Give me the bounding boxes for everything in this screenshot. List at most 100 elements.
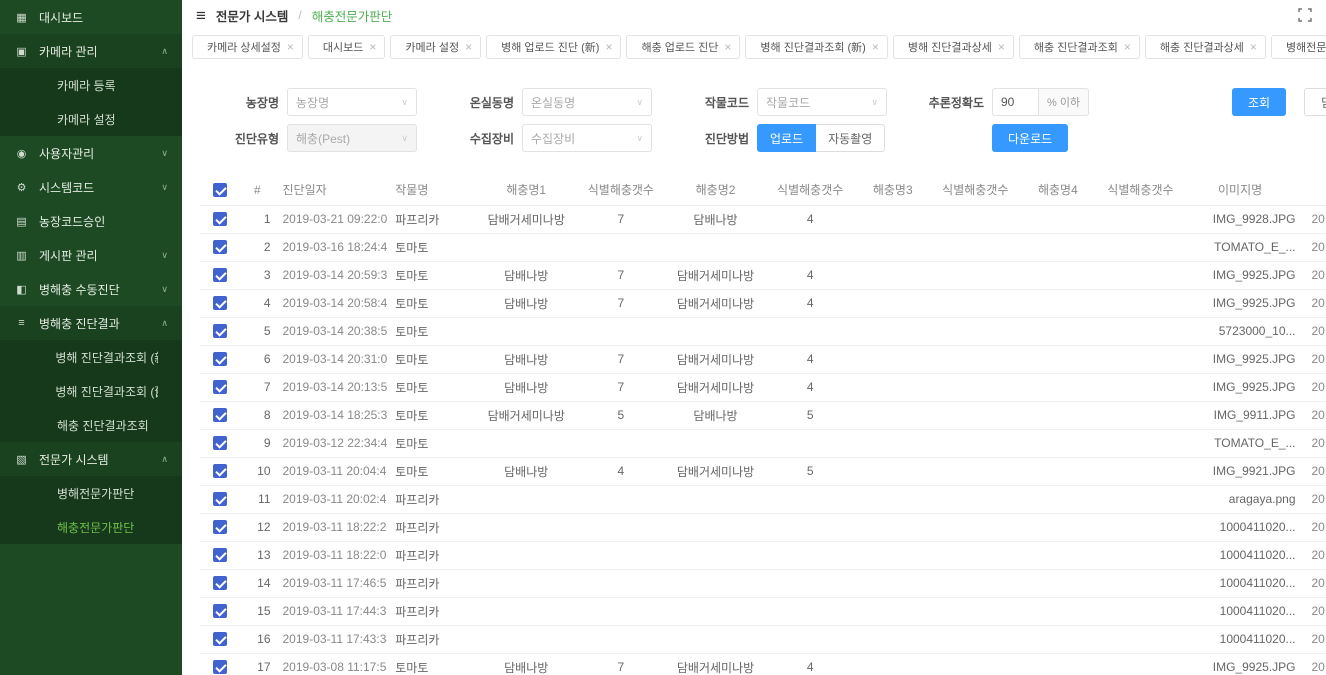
crop-code-select[interactable]: 작물코드 ∨ [757,88,887,116]
cell-pest1: 담배나방 [472,345,581,373]
table-row[interactable]: 9 2019-03-12 22:34:44 토마토 TOMATO_E_... [200,429,1326,457]
diagnosis-type-select[interactable]: 해충(Pest) ∨ [287,124,417,152]
row-checkbox[interactable] [213,436,227,450]
topbar: ≡ 전문가 시스템 / 해충전문가판단 [182,0,1326,30]
table-row[interactable]: 7 2019-03-14 20:13:53 토마토 담배나방 7 담배거세미나방… [200,373,1326,401]
tab[interactable]: 해충 진단결과상세 × [1145,35,1266,59]
table-row[interactable]: 14 2019-03-11 17:46:58 파프리카 1000411020 [200,569,1326,597]
sidebar-item[interactable]: ▤ 농장코드승인 [0,204,182,238]
sidebar-item[interactable]: 카메라 등록 [0,68,182,102]
sidebar-item[interactable]: 병해 진단결과조회 (舊) [0,374,182,408]
tab[interactable]: 카메라 상세설정 × [192,35,303,59]
tab[interactable]: 병해 업로드 진단 (新) × [486,35,621,59]
table-row[interactable]: 8 2019-03-14 18:25:32 토마토 담배거세미나방 5 담배나방… [200,401,1326,429]
tab[interactable]: 해충 업로드 진단 × [626,35,740,59]
row-checkbox[interactable] [213,296,227,310]
tab-close-icon[interactable]: × [465,41,472,53]
cell-cnt4 [1100,205,1181,233]
tab-close-icon[interactable]: × [724,41,731,53]
table-row[interactable]: 15 2019-03-11 17:44:33 파프리카 1000411020 [200,597,1326,625]
farm-code-approval-icon: ▤ [14,215,29,228]
row-checkbox[interactable] [213,352,227,366]
fullscreen-icon[interactable] [1298,8,1312,22]
sidebar-item[interactable]: ⚙ 시스템코드 ∨ [0,170,182,204]
tab[interactable]: 해충 진단결과조회 × [1019,35,1140,59]
row-checkbox[interactable] [213,492,227,506]
cell-cnt3 [935,569,1016,597]
sidebar-item[interactable]: 해충전문가판단 [0,510,182,544]
camera-icon: ▣ [14,45,29,58]
row-checkbox[interactable] [213,408,227,422]
cell-cnt4 [1100,653,1181,675]
tab-close-icon[interactable]: × [605,41,612,53]
farm-select[interactable]: 농장명 ∨ [287,88,417,116]
table-row[interactable]: 4 2019-03-14 20:58:46 토마토 담배나방 7 담배거세미나방… [200,289,1326,317]
table-row[interactable]: 13 2019-03-11 18:22:03 파프리카 1000411020 [200,541,1326,569]
sidebar-item[interactable]: ◧ 병해충 수동진단 ∨ [0,272,182,306]
row-checkbox[interactable] [213,380,227,394]
tab-close-icon[interactable]: × [287,41,294,53]
sidebar-item[interactable]: ▣ 카메라 관리 ∧ [0,34,182,68]
tab[interactable]: 병해 진단결과조회 (新) × [745,35,887,59]
row-checkbox[interactable] [213,604,227,618]
device-select[interactable]: 수집장비 ∨ [522,124,652,152]
row-checkbox[interactable] [213,660,227,674]
row-checkbox[interactable] [213,576,227,590]
menu-toggle-icon[interactable]: ≡ [196,7,206,24]
table-row[interactable]: 10 2019-03-11 20:04:40 토마토 담배나방 4 담배거세미나… [200,457,1326,485]
sidebar-item[interactable]: 해충 진단결과조회 [0,408,182,442]
row-checkbox[interactable] [213,324,227,338]
row-checkbox[interactable] [213,240,227,254]
table-row[interactable]: 11 2019-03-11 20:02:41 파프리카 aragaya.pn [200,485,1326,513]
tab-close-icon[interactable]: × [1124,41,1131,53]
tab[interactable]: 대시보드 × [308,35,386,59]
download-button[interactable]: 다운로드 [992,124,1068,152]
table-row[interactable]: 6 2019-03-14 20:31:03 토마토 담배나방 7 담배거세미나방… [200,345,1326,373]
sidebar-item[interactable]: 병해전문가판단 [0,476,182,510]
tab-close-icon[interactable]: × [998,41,1005,53]
row-checkbox[interactable] [213,268,227,282]
tab[interactable]: 병해전문가판단 × [1271,35,1326,59]
upload-method-button[interactable]: 업로드 [757,124,816,152]
table-row[interactable]: 1 2019-03-21 09:22:00 파프리카 담배거세미나방 7 담배나… [200,205,1326,233]
tab-close-icon[interactable]: × [369,41,376,53]
sidebar-item[interactable]: ◉ 사용자관리 ∨ [0,136,182,170]
search-button[interactable]: 조회 [1232,88,1286,116]
row-checkbox[interactable] [213,212,227,226]
accuracy-input[interactable] [992,88,1038,116]
close-button[interactable]: 닫기 [1304,88,1326,116]
table-row[interactable]: 17 2019-03-08 11:17:59 토마토 담배나방 7 담배거세미나… [200,653,1326,675]
sidebar-item[interactable]: ▧ 전문가 시스템 ∧ [0,442,182,476]
cell-cnt3 [935,485,1016,513]
sidebar-item[interactable]: ▥ 게시판 관리 ∨ [0,238,182,272]
tab-close-icon[interactable]: × [872,41,879,53]
sidebar-item[interactable]: ≡ 병해충 진단결과 ∧ [0,306,182,340]
tab-close-icon[interactable]: × [1250,41,1257,53]
table-row[interactable]: 5 2019-03-14 20:38:56 토마토 5723000_10.. [200,317,1326,345]
cell-cnt1: 7 [581,261,662,289]
tab[interactable]: 병해 진단결과상세 × [893,35,1014,59]
cell-pest3 [850,205,935,233]
row-checkbox[interactable] [213,548,227,562]
cell-cnt3 [935,401,1016,429]
table-row[interactable]: 2 2019-03-16 18:24:43 토마토 TOMATO_E_... [200,233,1326,261]
cell-cnt1: 7 [581,289,662,317]
cell-cnt1 [581,597,662,625]
row-checkbox[interactable] [213,520,227,534]
sidebar-item[interactable]: ▦ 대시보드 [0,0,182,34]
tab-bar: 카메라 상세설정 × 대시보드 × 카메라 설정 × 병해 업로 [182,30,1326,65]
auto-capture-method-button[interactable]: 자동촬영 [816,124,885,152]
cell-cnt4 [1100,625,1181,653]
cell-cnt2 [770,485,851,513]
table-row[interactable]: 3 2019-03-14 20:59:38 토마토 담배나방 7 담배거세미나방… [200,261,1326,289]
tab[interactable]: 카메라 설정 × [390,35,481,59]
greenhouse-select[interactable]: 온실동명 ∨ [522,88,652,116]
table-row[interactable]: 12 2019-03-11 18:22:20 파프리카 1000411020 [200,513,1326,541]
cell-cnt2: 4 [770,289,851,317]
row-checkbox[interactable] [213,464,227,478]
sidebar-item[interactable]: 카메라 설정 [0,102,182,136]
row-checkbox[interactable] [213,632,227,646]
table-row[interactable]: 16 2019-03-11 17:43:34 파프리카 1000411020 [200,625,1326,653]
sidebar-item[interactable]: 병해 진단결과조회 (新) [0,340,182,374]
select-all-checkbox[interactable] [213,183,227,197]
